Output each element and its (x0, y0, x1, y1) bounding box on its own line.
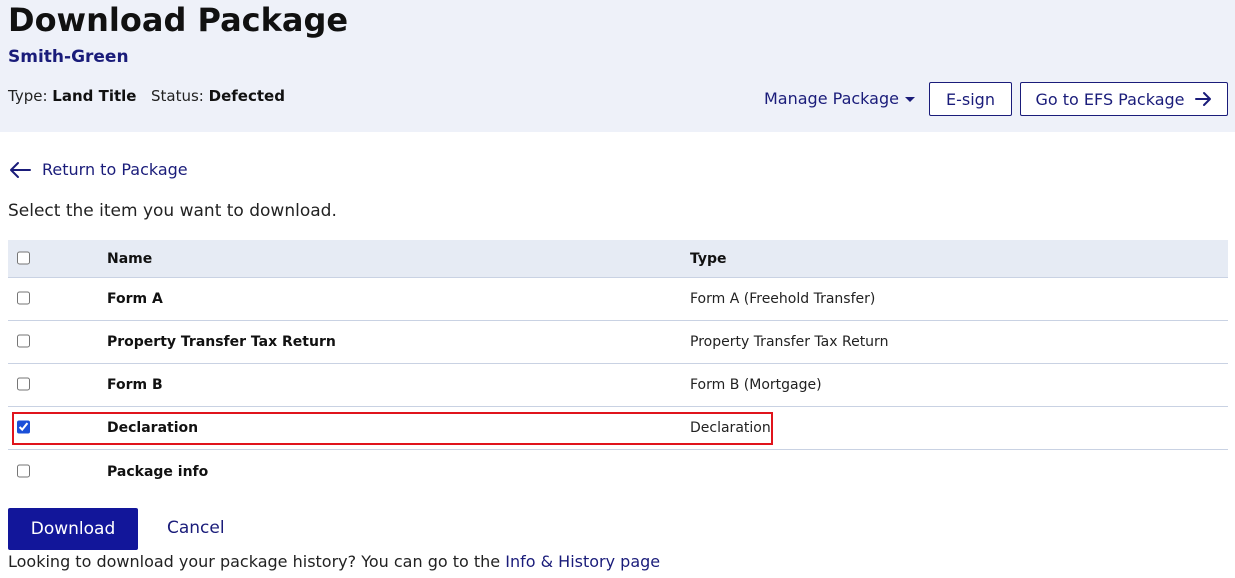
return-to-package-link[interactable]: Return to Package (8, 159, 188, 181)
column-header-type: Type (690, 250, 727, 267)
cancel-link[interactable]: Cancel (167, 518, 225, 538)
table-row: Property Transfer Tax Return Property Tr… (8, 321, 1228, 364)
go-to-efs-package-button[interactable]: Go to EFS Package (1020, 82, 1228, 116)
history-text: Looking to download your package history… (8, 552, 501, 571)
select-all-checkbox[interactable] (17, 251, 30, 264)
esign-label: E-sign (946, 89, 995, 109)
caret-down-icon (904, 96, 915, 102)
column-header-name: Name (107, 250, 153, 267)
select-all-cell (17, 249, 30, 268)
download-items-table: Name Type Form A Form A (Freehold Transf… (8, 240, 1228, 493)
row-checkbox[interactable] (17, 377, 30, 391)
package-type: Type: Land Title (8, 86, 136, 106)
download-button[interactable]: Download (8, 508, 138, 550)
row-checkbox[interactable] (17, 291, 30, 305)
page-header: Download Package Smith-Green Type: Land … (0, 0, 1235, 132)
row-checkbox[interactable] (17, 464, 30, 477)
row-check-cell (17, 376, 30, 395)
row-checkbox[interactable] (17, 334, 30, 348)
row-name: Package info (107, 463, 209, 480)
status-label: Status: (151, 87, 204, 105)
manage-package-dropdown[interactable]: Manage Package (764, 89, 915, 109)
row-check-cell (17, 333, 30, 352)
return-label: Return to Package (42, 160, 188, 179)
row-check-cell (17, 462, 30, 481)
row-type: Form A (Freehold Transfer) (690, 291, 876, 307)
selection-highlight (12, 412, 773, 445)
type-value: Land Title (52, 87, 137, 105)
table-row: Form B Form B (Mortgage) (8, 364, 1228, 407)
row-name: Property Transfer Tax Return (107, 334, 336, 350)
esign-button[interactable]: E-sign (929, 82, 1012, 116)
page-title: Download Package (8, 1, 349, 39)
status-value: Defected (208, 87, 285, 105)
row-name: Form B (107, 377, 163, 393)
row-type: Form B (Mortgage) (690, 377, 822, 393)
package-name: Smith-Green (8, 47, 129, 67)
arrow-left-icon (10, 162, 31, 178)
table-row: Package info (8, 450, 1228, 493)
manage-package-label: Manage Package (764, 89, 899, 108)
type-label: Type: (8, 87, 48, 105)
info-history-link[interactable]: Info & History page (505, 552, 660, 571)
table-header: Name Type (8, 240, 1228, 278)
row-type: Property Transfer Tax Return (690, 334, 889, 350)
row-name: Form A (107, 291, 163, 307)
arrow-right-icon (1194, 92, 1211, 106)
history-note: Looking to download your package history… (8, 552, 660, 572)
table-row: Form A Form A (Freehold Transfer) (8, 278, 1228, 321)
instructions-text: Select the item you want to download. (8, 201, 337, 221)
efs-label: Go to EFS Package (1035, 89, 1185, 109)
row-check-cell (17, 290, 30, 309)
package-status: Status: Defected (151, 86, 285, 106)
